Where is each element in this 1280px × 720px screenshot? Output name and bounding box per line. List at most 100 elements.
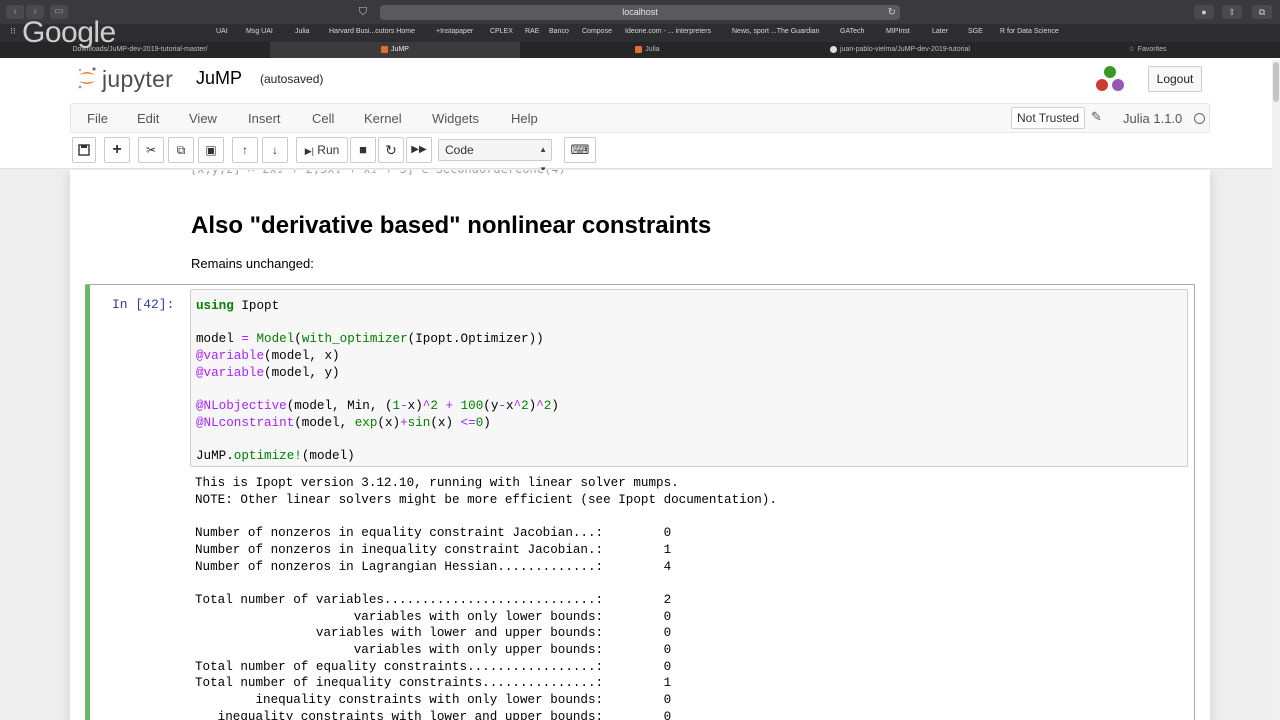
command-palette-keyboard-icon[interactable]: ⌨: [564, 137, 596, 163]
output-line: inequality constraints with only lower b…: [195, 693, 672, 707]
cell-input-prompt: In [42]:: [112, 297, 175, 312]
output-line: This is Ipopt version 3.12.10, running w…: [195, 476, 679, 490]
restart-icon[interactable]: ↻: [378, 137, 404, 163]
output-line: Total number of variables...............…: [195, 593, 672, 607]
google-watermark-logo: Google: [22, 16, 116, 49]
move-up-icon[interactable]: ↑: [232, 137, 258, 163]
browser-tab-active[interactable]: JuMP: [270, 42, 520, 58]
menu-cell[interactable]: Cell: [312, 111, 334, 126]
bookmark-item[interactable]: CPLEX: [490, 28, 513, 35]
output-line: Number of nonzeros in equality constrain…: [195, 526, 672, 540]
menu-kernel[interactable]: Kernel: [364, 111, 402, 126]
output-line: Number of nonzeros in Lagrangian Hessian…: [195, 560, 672, 574]
menu-help[interactable]: Help: [511, 111, 538, 126]
output-line: NOTE: Other linear solvers might be more…: [195, 493, 777, 507]
bookmark-item[interactable]: Harvard Busi...cutors Home: [329, 28, 415, 35]
jupyter-favicon-icon: [381, 45, 389, 53]
restart-run-all-icon[interactable]: ▶▶: [406, 137, 432, 163]
share-icon[interactable]: ⇧: [1222, 5, 1242, 19]
menu-file[interactable]: File: [87, 111, 108, 126]
browser-toolbar: ‹ › ▭ ⛉ localhost ↻ ● ⇧ ⧉: [0, 0, 1280, 24]
bookmark-item[interactable]: Compose: [582, 28, 612, 35]
menu-insert[interactable]: Insert: [248, 111, 281, 126]
bookmark-item[interactable]: SGE: [968, 28, 983, 35]
notebook-page: [x,y,z] ↦ 2x₂ + 2,3x₁ + x₂ + 3] ∈ Second…: [70, 170, 1210, 720]
bookmark-item[interactable]: RAE: [525, 28, 539, 35]
cell-type-value: Code: [445, 143, 474, 157]
bookmark-item[interactable]: Later: [932, 28, 948, 35]
github-favicon-icon: [830, 45, 838, 53]
menu-edit[interactable]: Edit: [137, 111, 159, 126]
bookmark-item[interactable]: GATech: [840, 28, 864, 35]
markdown-paragraph: Remains unchanged:: [191, 256, 314, 271]
output-line: variables with only lower bounds: 0: [195, 610, 672, 624]
output-line: variables with lower and upper bounds: 0: [195, 626, 672, 640]
julia-logo-icon: [1096, 66, 1124, 91]
browser-tab[interactable]: ☆ Favorites: [1030, 42, 1265, 58]
run-label: Run: [317, 143, 340, 157]
tab-label: JuMP: [391, 46, 409, 53]
jupyter-favicon-icon: [635, 45, 643, 53]
notebook-title[interactable]: JuMP: [196, 68, 242, 89]
browser-tab[interactable]: Julia: [525, 42, 770, 58]
code-line: using Ipopt: [196, 299, 280, 313]
save-icon[interactable]: [72, 137, 96, 163]
cell-output: This is Ipopt version 3.12.10, running w…: [190, 473, 1188, 720]
tab-label: juan-pablo-vielma/JuMP-dev-2019-tutorial: [840, 46, 970, 53]
bookmarks-bar: ⁝⁝ UAI Msg UAI Julia Harvard Busi...cuto…: [0, 24, 1280, 42]
code-line: @variable(model, y): [196, 366, 340, 380]
menubar-container: File Edit View Insert Cell Kernel Widget…: [0, 100, 1280, 174]
code-cell-selected[interactable]: In [42]: using Ipopt model = Model(with_…: [85, 284, 1195, 720]
bookmark-item[interactable]: +Instapaper: [436, 28, 473, 35]
address-text: localhost: [622, 7, 658, 17]
logout-button[interactable]: Logout: [1148, 66, 1202, 92]
bookmark-item[interactable]: Ideone.com - ... interpreters: [625, 28, 711, 35]
autosave-status: (autosaved): [260, 72, 324, 86]
code-line: JuMP.optimize!(model): [196, 449, 355, 463]
output-line: Total number of equality constraints....…: [195, 660, 672, 674]
bookmark-item[interactable]: UAI: [216, 28, 228, 35]
page-scrollbar-thumb[interactable]: [1273, 62, 1279, 102]
tabs-overview-icon[interactable]: ⧉: [1252, 5, 1272, 19]
bookmark-item[interactable]: News, sport ...The Guardian: [732, 28, 820, 35]
menu-view[interactable]: View: [189, 111, 217, 126]
apps-grid-icon[interactable]: ⁝⁝: [10, 26, 16, 37]
paste-icon[interactable]: ▣: [198, 137, 224, 163]
bookmark-item[interactable]: MIPInst: [886, 28, 910, 35]
address-bar[interactable]: localhost ↻: [380, 5, 900, 20]
code-editor[interactable]: using Ipopt model = Model(with_optimizer…: [190, 289, 1188, 467]
bookmark-item[interactable]: Julia: [295, 28, 309, 35]
run-button[interactable]: ▶| Run: [296, 137, 348, 163]
move-down-icon[interactable]: ↓: [262, 137, 288, 163]
notebook-container: [x,y,z] ↦ 2x₂ + 2,3x₁ + x₂ + 3] ∈ Second…: [0, 170, 1280, 720]
reload-icon[interactable]: ↻: [888, 5, 896, 20]
notebook-toolbar: + ✂ ⧉ ▣ ↑ ↓ ▶| Run ■ ↻ ▶▶ Code ▲▼ ⌨: [70, 137, 1210, 174]
shield-icon[interactable]: ⛉: [355, 4, 371, 20]
not-trusted-button[interactable]: Not Trusted: [1011, 107, 1086, 129]
jupyter-wordmark: jupyter: [102, 66, 174, 92]
bookmark-item[interactable]: R for Data Science: [1000, 28, 1059, 35]
edit-pencil-icon[interactable]: ✎: [1091, 109, 1102, 125]
cell-type-select[interactable]: Code ▲▼: [438, 139, 552, 174]
cut-icon[interactable]: ✂: [138, 137, 164, 163]
bookmark-item[interactable]: Banco: [549, 28, 569, 35]
add-cell-icon[interactable]: +: [104, 137, 130, 163]
browser-tabs: Downloads/JuMP-dev-2019-tutorial-master/…: [0, 42, 1280, 58]
code-line: @variable(model, x): [196, 349, 340, 363]
output-line: inequality constraints with lower and up…: [195, 710, 672, 720]
jupyter-header: jupyter JuMP (autosaved) Logout: [0, 58, 1280, 100]
output-line: variables with only upper bounds: 0: [195, 643, 672, 657]
output-line: Total number of inequality constraints..…: [195, 676, 672, 690]
kernel-idle-indicator-icon: [1194, 113, 1205, 124]
browser-tab[interactable]: juan-pablo-vielma/JuMP-dev-2019-tutorial: [780, 42, 1020, 58]
download-icon[interactable]: ●: [1194, 5, 1214, 19]
page-scrollbar[interactable]: [1272, 60, 1280, 720]
jupyter-orb-icon: [78, 67, 96, 89]
markdown-heading: Also "derivative based" nonlinear constr…: [191, 212, 712, 239]
code-line: @NLobjective(model, Min, (1-x)^2 + 100(y…: [196, 399, 559, 413]
bookmark-item[interactable]: Msg UAI: [246, 28, 273, 35]
partially-visible-previous-output: [x,y,z] ↦ 2x₂ + 2,3x₁ + x₂ + 3] ∈ Second…: [190, 170, 566, 176]
copy-icon[interactable]: ⧉: [168, 137, 194, 163]
menu-widgets[interactable]: Widgets: [432, 111, 479, 126]
interrupt-stop-icon[interactable]: ■: [350, 137, 376, 163]
